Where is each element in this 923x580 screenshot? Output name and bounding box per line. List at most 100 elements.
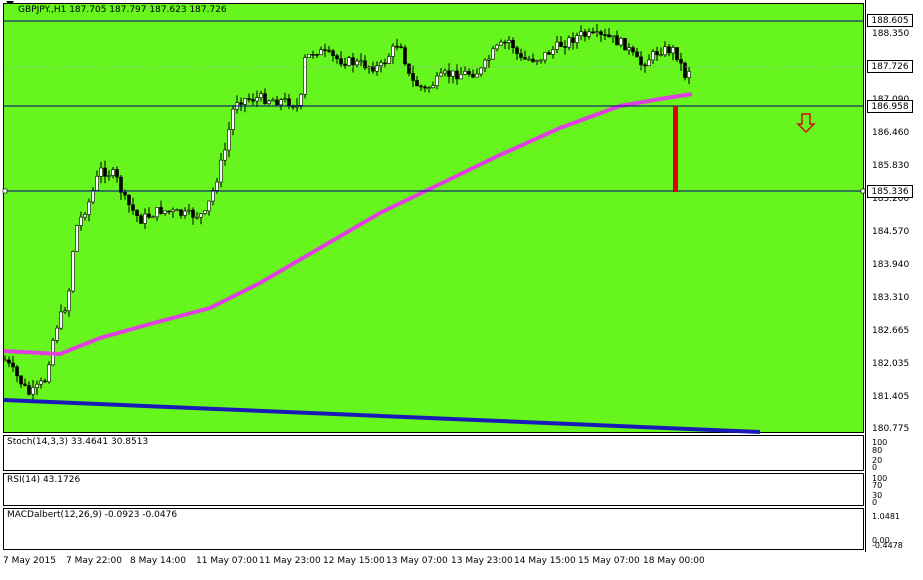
candle-body [43,380,47,383]
candle-body [247,98,251,100]
candle-body [507,39,511,43]
candle-body [499,41,503,46]
candle-body [559,41,563,47]
candle-body [543,52,547,61]
stochastic-pane[interactable]: Stoch(14,3,3) 33.4641 30.8513 [3,435,864,471]
candle-body [539,59,543,62]
price-axis-label: 182.035 [872,359,910,369]
candlesticks [3,23,691,402]
date-label: 8 May 14:00 [130,556,186,566]
candle-body [351,57,355,66]
candle-body [471,73,475,78]
candle-body [687,71,691,78]
date-label: 7 May 22:00 [66,556,122,566]
candle-body [635,51,639,58]
candle-body [339,58,343,65]
candle-body [423,86,427,89]
candle-body [679,59,683,64]
rsi-label: RSI(14) 43.1726 [7,475,81,485]
candle-body [131,204,135,211]
rsi-axis-label: 70 [872,481,883,490]
price-axis-label: 184.570 [872,227,910,237]
candle-body [479,67,483,75]
candle-body [315,54,319,56]
candle-body [631,47,635,53]
candle-body [23,383,27,386]
candle-body [427,87,431,89]
candle-body [311,54,315,56]
candle-body [671,47,675,54]
candle-body [567,37,571,48]
candle-body [579,31,583,36]
axis-divider [865,0,866,552]
candle-body [511,39,515,49]
price-axis-label: 182.665 [872,326,910,336]
candle-body [527,58,531,61]
candle-body [31,387,35,395]
candle-body [387,56,391,64]
rsi-pane[interactable]: RSI(14) 43.1726 [3,473,864,506]
candle-body [199,213,203,218]
candle-body [415,80,419,87]
candle-body [407,63,411,74]
candle-body [515,47,519,54]
date-label: 7 May 2015 [3,556,56,566]
candle-body [163,210,167,214]
candle-body [143,213,147,224]
candle-body [595,31,599,34]
moving-average-line [3,92,693,357]
date-label: 13 May 23:00 [451,556,513,566]
candle-body [571,37,575,43]
stochastic-label: Stoch(14,3,3) 33.4641 30.8513 [7,437,149,447]
candle-body [503,41,507,44]
candle-body [491,48,495,60]
candle-body [519,53,523,58]
candle-body [403,47,407,65]
candle-body [275,99,279,106]
signal-bar [673,106,678,192]
candle-body [443,70,447,74]
candle-body [91,190,95,203]
candle-body [227,129,231,151]
candle-body [667,46,671,54]
candle-body [359,60,363,63]
candle-body [355,60,359,66]
date-label: 12 May 15:00 [323,556,385,566]
candle-body [239,102,243,105]
candle-body [79,216,83,226]
candle-body [639,56,643,66]
candle-body [583,31,587,37]
candle-body [35,383,39,388]
candle-body [643,64,647,67]
candle-body [83,214,87,218]
price-axis-label: 188.350 [872,29,910,39]
candle-body [323,49,327,51]
candle-body [335,55,339,60]
candle-body [627,47,631,51]
candle-body [599,31,603,35]
candle-body [27,385,31,395]
candle-body [263,93,267,104]
candle-body [379,62,383,67]
candle-body [455,70,459,80]
stoch-axis-label: 0 [872,463,878,472]
candle-body [223,149,227,161]
candle-body [259,93,263,98]
stoch-axis-label: 80 [872,446,883,455]
candle-body [271,99,275,102]
candle-body [587,31,591,37]
macd-label: MACDalbert(12,26,9) -0.0923 -0.0476 [7,510,178,520]
candle-body [463,71,467,75]
candle-body [179,209,183,216]
candle-body [303,57,307,95]
candle-body [523,57,527,60]
candle-body [619,38,623,46]
macd-pane[interactable]: MACDalbert(12,26,9) -0.0923 -0.0476 [3,508,864,550]
candle-body [127,194,131,206]
candle-body [103,167,107,177]
candle-body [651,51,655,61]
candle-body [183,210,187,216]
candle-body [175,209,179,212]
candle-body [331,50,335,56]
candle-body [451,70,455,77]
